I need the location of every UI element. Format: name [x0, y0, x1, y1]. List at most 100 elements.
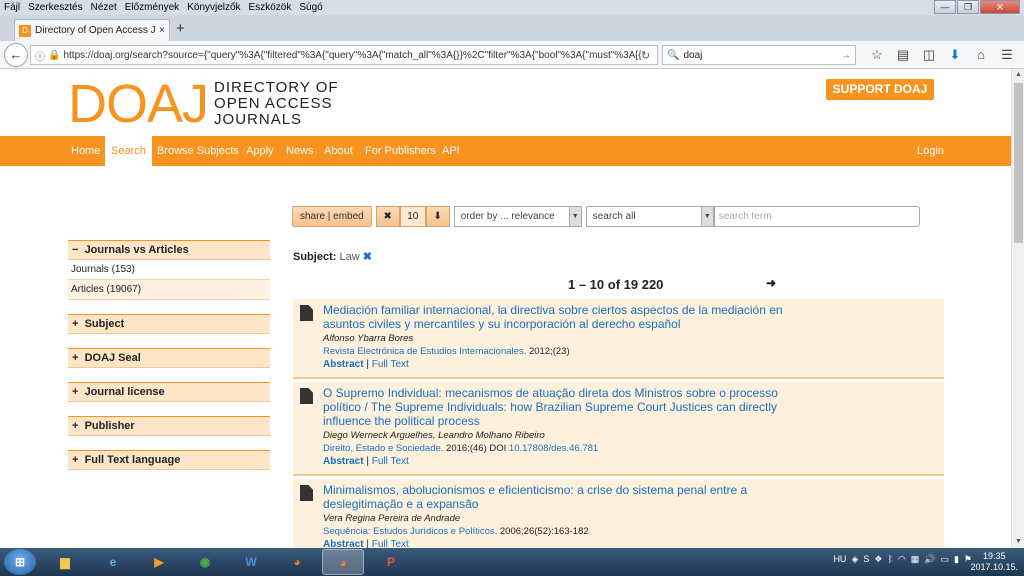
nav-apply[interactable]: Apply: [246, 136, 274, 166]
browser-search-box[interactable]: 🔍 doaj →: [662, 45, 856, 65]
abstract-link[interactable]: Abstract: [323, 539, 364, 548]
search-field-select[interactable]: search all ▼: [585, 206, 714, 227]
new-tab-button[interactable]: +: [176, 20, 185, 37]
tray-app-icon[interactable]: ◈: [851, 554, 858, 565]
volume-icon[interactable]: 🔊: [924, 554, 935, 565]
start-button[interactable]: ⊞: [4, 549, 36, 575]
link-separator: |: [363, 359, 372, 370]
facet-journals-vs-articles[interactable]: − Journals vs Articles: [68, 240, 270, 260]
facet-option-journals[interactable]: Journals (153): [68, 260, 270, 280]
menu-bookmarks[interactable]: Könyvjelzők: [183, 2, 244, 13]
result-journal[interactable]: Direito, Estado e Sociedade: [323, 443, 441, 454]
hamburger-menu-icon[interactable]: ☰: [994, 47, 1020, 63]
share-embed-button[interactable]: share | embed: [292, 206, 372, 227]
support-doaj-button[interactable]: SUPPORT DOAJ: [826, 79, 934, 100]
menu-tools[interactable]: Eszközök: [245, 2, 296, 13]
battery-icon[interactable]: ▭: [940, 554, 949, 565]
abstract-link[interactable]: Abstract: [323, 359, 364, 370]
page-scrollbar[interactable]: ▲ ▼: [1011, 69, 1024, 548]
dropbox-icon[interactable]: ❖: [874, 554, 882, 565]
facet-doaj-seal[interactable]: + DOAJ Seal: [68, 348, 270, 368]
download-results-button[interactable]: ⬇: [425, 206, 450, 227]
remove-filter-icon[interactable]: ✖: [363, 251, 372, 263]
lock-icon: 🔒: [48, 49, 61, 61]
menu-help[interactable]: Súgó: [295, 2, 326, 13]
result-authors: Diego Werneck Arguelhes, Leandro Molhano…: [323, 430, 545, 441]
result-doi[interactable]: 10.17808/des.46.781: [509, 443, 598, 454]
nav-login[interactable]: Login: [917, 136, 944, 166]
facet-subject[interactable]: + Subject: [68, 314, 270, 334]
scroll-up-icon[interactable]: ▲: [1012, 69, 1024, 81]
full-text-link[interactable]: Full Text: [372, 539, 409, 548]
facet-journal-license[interactable]: + Journal license: [68, 382, 270, 402]
facet-publisher[interactable]: + Publisher: [68, 416, 270, 436]
facet-option-articles[interactable]: Articles (19067): [68, 280, 270, 300]
result-journal[interactable]: Revista Electrónica de Estudios Internac…: [323, 346, 524, 357]
doaj-logo[interactable]: DOAJ DIRECTORY OF OPEN ACCESS JOURNALS: [68, 77, 339, 131]
search-term-input[interactable]: search term: [713, 206, 920, 227]
close-tab-icon[interactable]: ×: [159, 25, 165, 36]
back-button[interactable]: ←: [4, 43, 28, 67]
taskbar-powerpoint[interactable]: P: [370, 549, 412, 575]
signal-icon[interactable]: ▮: [954, 554, 959, 565]
abstract-link[interactable]: Abstract: [323, 456, 364, 467]
go-arrow-icon[interactable]: →: [841, 50, 855, 61]
nav-search[interactable]: Search: [105, 136, 152, 166]
full-text-link[interactable]: Full Text: [372, 456, 409, 467]
next-page-arrow-icon[interactable]: ➜: [766, 276, 776, 290]
search-controls: share | embed ✖ 10 ⬇ order by ... releva…: [292, 206, 920, 227]
nav-browse-subjects[interactable]: Browse Subjects: [157, 136, 239, 166]
link-separator: |: [363, 539, 372, 548]
download-icon[interactable]: ⬇: [942, 47, 968, 63]
menu-edit[interactable]: Szerkesztés: [24, 2, 86, 13]
result-title[interactable]: Mediación familiar internacional, la dir…: [323, 303, 783, 331]
result-journal-line: Direito, Estado e Sociedade. 2016;(46) D…: [323, 442, 940, 455]
page-size-group: ✖ 10 ⬇: [375, 206, 450, 227]
wifi-icon[interactable]: ◠: [898, 554, 906, 565]
menu-file[interactable]: Fájl: [0, 2, 24, 13]
browser-search-input[interactable]: doaj: [683, 50, 841, 61]
bluetooth-icon[interactable]: ᛒ: [887, 554, 892, 565]
skype-icon[interactable]: S: [863, 554, 869, 565]
nav-for-publishers[interactable]: For Publishers: [365, 136, 436, 166]
taskbar-media-player[interactable]: ▶: [138, 549, 180, 575]
url-text[interactable]: https://doaj.org/search?source={"query"%…: [63, 50, 641, 61]
reload-icon[interactable]: ↻: [641, 49, 657, 62]
home-icon[interactable]: ⌂: [968, 47, 994, 63]
url-bar[interactable]: ⓘ 🔒 https://doaj.org/search?source={"que…: [30, 45, 658, 65]
page-size-value[interactable]: 10: [399, 206, 426, 227]
minimize-button[interactable]: —: [934, 0, 956, 14]
scroll-thumb[interactable]: [1014, 83, 1023, 243]
browser-tab[interactable]: D Directory of Open Access Jou ×: [14, 19, 170, 41]
full-text-link[interactable]: Full Text: [372, 359, 409, 370]
reading-list-icon[interactable]: ▤: [890, 47, 916, 63]
result-journal[interactable]: Sequência: Estudos Jurídicos e Políticos: [323, 526, 495, 537]
nav-news[interactable]: News: [286, 136, 314, 166]
nav-api[interactable]: API: [442, 136, 460, 166]
result-title[interactable]: Minimalismos, abolucionismos e eficienti…: [323, 483, 783, 511]
network-icon[interactable]: ▦: [911, 554, 920, 565]
taskbar-firefox[interactable]: ◕: [276, 549, 318, 575]
nav-home[interactable]: Home: [71, 136, 100, 166]
order-by-select[interactable]: order by ... relevance ▼: [453, 206, 582, 227]
result-title[interactable]: O Supremo Individual: mecanismos de atua…: [323, 386, 783, 428]
pocket-icon[interactable]: ◫: [916, 47, 942, 63]
scroll-down-icon[interactable]: ▼: [1012, 536, 1024, 548]
taskbar-word[interactable]: W: [230, 549, 272, 575]
taskbar-firefox-active[interactable]: ◕: [322, 549, 364, 575]
info-icon[interactable]: ⓘ: [35, 48, 45, 63]
language-indicator[interactable]: HU: [833, 554, 846, 565]
facet-full-text-language[interactable]: + Full Text language: [68, 450, 270, 470]
filter-value: Law: [339, 251, 360, 263]
menu-view[interactable]: Nézet: [87, 2, 121, 13]
taskbar-explorer[interactable]: ▆: [44, 549, 86, 575]
menu-history[interactable]: Előzmények: [121, 2, 183, 13]
nav-about[interactable]: About: [324, 136, 353, 166]
taskbar-internet-explorer[interactable]: e: [92, 549, 134, 575]
close-window-button[interactable]: ✕: [980, 0, 1020, 14]
system-clock[interactable]: 19:35 2017.10.15.: [970, 551, 1018, 573]
taskbar-chrome[interactable]: ◉: [184, 549, 226, 575]
bookmark-star-icon[interactable]: ☆: [864, 47, 890, 63]
maximize-button[interactable]: ❐: [957, 0, 979, 14]
clear-search-button[interactable]: ✖: [375, 206, 400, 227]
